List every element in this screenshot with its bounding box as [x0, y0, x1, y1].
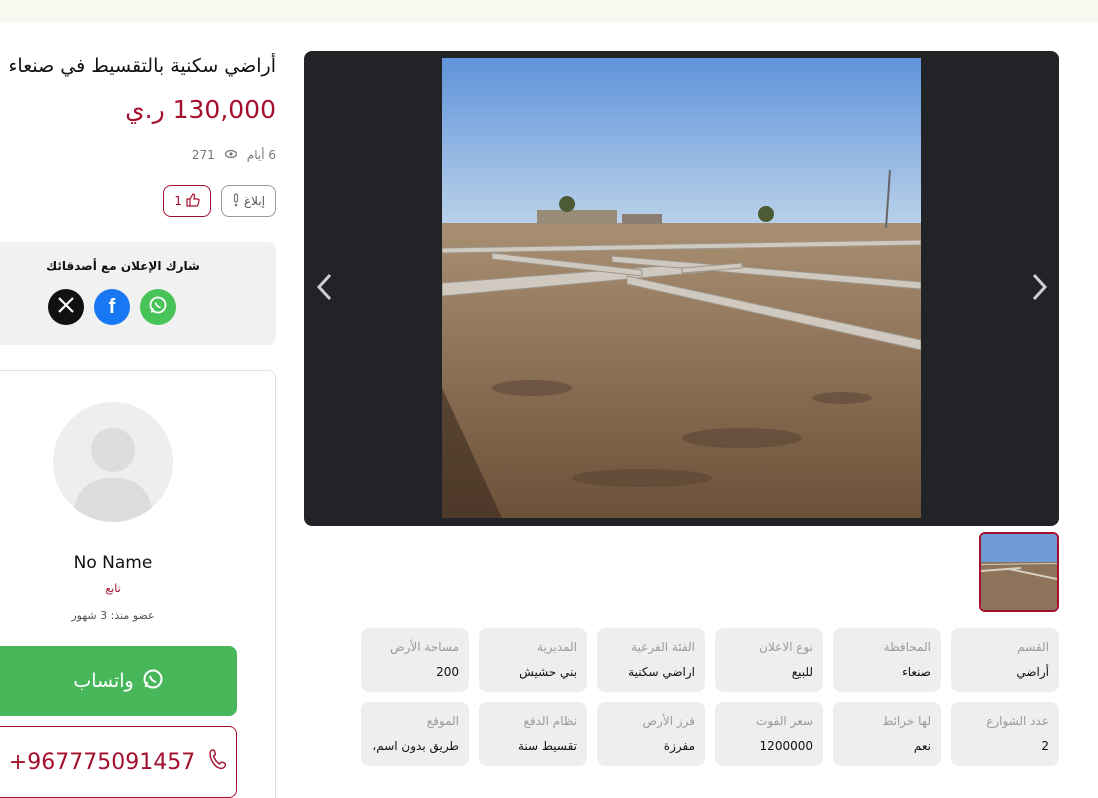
- facebook-icon: f: [108, 296, 116, 318]
- detail-card: الفئة الفرعية اراضي سكنية: [597, 628, 705, 692]
- detail-label: الموقع: [426, 714, 459, 728]
- eye-icon: [224, 148, 237, 162]
- detail-card: المحافظة صنعاء: [833, 628, 941, 692]
- detail-value: طريق بدون اسم،: [372, 739, 459, 753]
- detail-label: نظام الدفع: [523, 714, 578, 728]
- listing-age: 6 أيام: [246, 148, 276, 162]
- share-facebook-button[interactable]: f: [94, 289, 130, 325]
- whatsapp-icon: [148, 295, 168, 319]
- avatar: [53, 402, 173, 522]
- detail-value: 2: [1041, 739, 1049, 753]
- listing-actions: إبلاغ 1: [0, 185, 276, 217]
- top-banner-strip: [0, 0, 1098, 22]
- seller-member-since: عضو منذ: 3 شهور: [71, 609, 155, 622]
- detail-label: القسم: [1017, 640, 1049, 654]
- detail-card: سعر الفوت 1200000: [715, 702, 823, 766]
- detail-value: نعم: [913, 739, 931, 753]
- detail-value: للبيع: [791, 665, 813, 679]
- detail-value: تقسيط سنة: [517, 739, 577, 753]
- gallery-prev-button[interactable]: [304, 269, 344, 309]
- report-button[interactable]: إبلاغ: [221, 185, 276, 217]
- detail-label: فرز الأرض: [642, 714, 695, 728]
- whatsapp-label: واتساب: [73, 670, 134, 692]
- share-title: شارك الإعلان مع أصدقائك: [46, 259, 200, 273]
- seller-role[interactable]: تابع: [0, 582, 235, 595]
- detail-value: أراضي: [1016, 665, 1049, 679]
- detail-value: 1200000: [759, 739, 813, 753]
- detail-card: نظام الدفع تقسيط سنة: [479, 702, 587, 766]
- like-button[interactable]: 1: [163, 185, 211, 217]
- detail-label: سعر الفوت: [756, 714, 813, 728]
- detail-value: 200: [436, 665, 459, 679]
- chevron-left-icon: [314, 272, 334, 306]
- detail-card: لها خرائط نعم: [833, 702, 941, 766]
- detail-card: القسم أراضي: [951, 628, 1059, 692]
- x-icon: [57, 296, 75, 318]
- phone-contact-button[interactable]: +967775091457: [0, 726, 237, 798]
- share-x-button[interactable]: [48, 289, 84, 325]
- detail-card: مساحة الأرض 200: [361, 628, 469, 692]
- share-whatsapp-button[interactable]: [140, 289, 176, 325]
- gallery-thumbnail[interactable]: [979, 532, 1059, 612]
- flag-icon: [232, 192, 240, 210]
- detail-value: اراضي سكنية: [628, 665, 695, 679]
- share-panel: شارك الإعلان مع أصدقائك f: [0, 242, 276, 345]
- thumbs-up-icon: [186, 192, 200, 210]
- listing-price: 130,000 ر.ي: [125, 95, 276, 124]
- listing-title: أراضي سكنية بالتقسيط في صنعاء: [8, 55, 276, 77]
- main-listing-photo[interactable]: [442, 58, 921, 518]
- detail-label: عدد الشوارع: [986, 714, 1049, 728]
- detail-card: المديرية بني حشيش: [479, 628, 587, 692]
- detail-card: عدد الشوارع 2: [951, 702, 1059, 766]
- whatsapp-contact-button[interactable]: واتساب: [0, 646, 237, 716]
- gallery-next-button[interactable]: [1020, 269, 1059, 309]
- phone-number: +967775091457: [8, 749, 196, 775]
- detail-card: الموقع طريق بدون اسم،: [361, 702, 469, 766]
- view-count: 271: [191, 148, 215, 162]
- detail-card: نوع الاعلان للبيع: [715, 628, 823, 692]
- detail-label: المحافظة: [883, 640, 931, 654]
- detail-value: صنعاء: [902, 665, 931, 679]
- report-label: إبلاغ: [244, 194, 265, 208]
- phone-icon: [209, 748, 227, 776]
- detail-label: نوع الاعلان: [759, 640, 813, 654]
- detail-card: فرز الأرض مفرزة: [597, 702, 705, 766]
- like-count: 1: [174, 194, 182, 208]
- detail-label: المديرية: [537, 640, 577, 654]
- detail-label: مساحة الأرض: [390, 640, 459, 654]
- image-gallery[interactable]: [304, 51, 1059, 526]
- detail-label: لها خرائط: [882, 714, 931, 728]
- detail-value: مفرزة: [663, 739, 695, 753]
- listing-meta: 6 أيام 271: [0, 148, 276, 162]
- detail-label: الفئة الفرعية: [631, 640, 695, 654]
- whatsapp-icon: [142, 668, 164, 695]
- chevron-right-icon: [1030, 272, 1050, 306]
- detail-value: بني حشيش: [519, 665, 577, 679]
- seller-name: No Name: [73, 553, 153, 573]
